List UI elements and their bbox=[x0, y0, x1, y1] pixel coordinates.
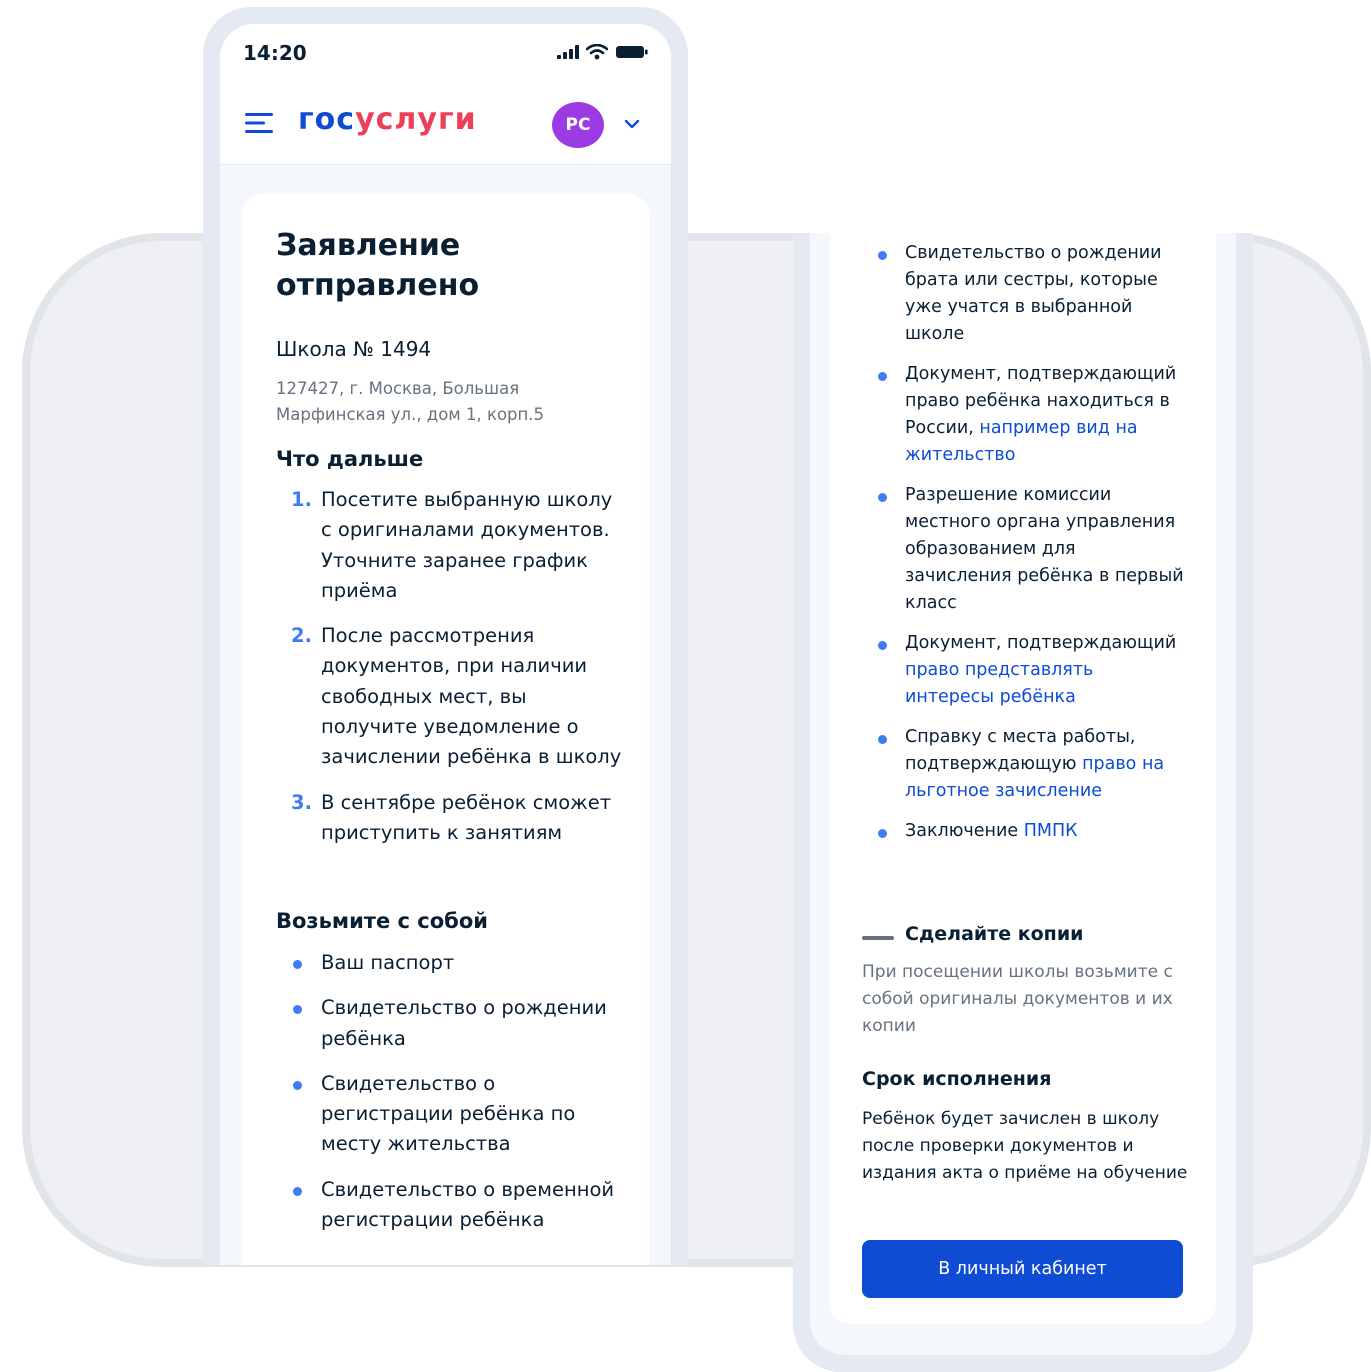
list-item: Свидетельство о временной регистрации ре… bbox=[276, 1175, 626, 1236]
bullet-icon bbox=[293, 960, 302, 969]
copies-text: При посещении школы возьмите с собой ори… bbox=[862, 962, 1173, 1036]
avatar[interactable]: РС bbox=[552, 102, 604, 148]
confirmation-card-continued: Свидетельство о рождении брата или сестр… bbox=[830, 233, 1216, 1324]
phone-right-screen: Свидетельство о рождении брата или сестр… bbox=[810, 233, 1236, 1355]
bullet-icon bbox=[878, 251, 887, 260]
step-number: 3. bbox=[291, 790, 312, 814]
bullet-icon bbox=[878, 372, 887, 381]
app-header: госуслуги РС bbox=[220, 84, 671, 165]
document-text: Свидетельство о рождении брата или сестр… bbox=[905, 243, 1162, 344]
copies-heading: Сделайте копии bbox=[905, 923, 1084, 945]
document-text: Свидетельство о рождении ребёнка bbox=[321, 996, 607, 1050]
bullet-icon bbox=[878, 493, 887, 502]
step-text: В сентябре ребёнок сможет приступить к з… bbox=[321, 790, 612, 844]
personal-account-button[interactable]: В личный кабинет bbox=[862, 1240, 1183, 1298]
list-item: 3. В сентябре ребёнок сможет приступить … bbox=[276, 788, 626, 849]
step-number: 2. bbox=[291, 624, 312, 648]
deadline-text: Ребёнок будет зачислен в школу после про… bbox=[862, 1109, 1188, 1183]
phone-right: Свидетельство о рождении брата или сестр… bbox=[793, 233, 1253, 1372]
documents-list-continued: Свидетельство о рождении брата или сестр… bbox=[862, 240, 1187, 858]
phone-left-screen: 14:20 госуслуги РС Заявление отправлено … bbox=[220, 24, 671, 1265]
phone-left: 14:20 госуслуги РС Заявление отправлено … bbox=[203, 7, 688, 1265]
list-item: Ваш паспорт bbox=[276, 948, 626, 978]
list-item: Свидетельство о рождении брата или сестр… bbox=[862, 240, 1187, 348]
list-item: Свидетельство о регистрации ребёнка по м… bbox=[276, 1069, 626, 1160]
next-steps-list: 1. Посетите выбранную школу с оригиналам… bbox=[276, 485, 626, 863]
school-name: Школа № 1494 bbox=[276, 337, 432, 361]
take-with-you-heading: Возьмите с собой bbox=[276, 909, 488, 933]
list-item: Разрешение комиссии местного органа упра… bbox=[862, 482, 1187, 617]
document-text: Документ, подтверждающий bbox=[905, 633, 1177, 653]
document-text: Свидетельство о временной регистрации ре… bbox=[321, 1177, 615, 1232]
list-item: 1. Посетите выбранную школу с оригиналам… bbox=[276, 485, 626, 606]
step-text: Посетите выбранную школу с оригиналами д… bbox=[321, 488, 613, 602]
logo-part-uslugi: услуги bbox=[355, 102, 477, 137]
confirmation-card: Заявление отправлено Школа № 1494 127427… bbox=[242, 194, 649, 1265]
gosuslugi-logo[interactable]: госуслуги bbox=[298, 102, 477, 137]
bullet-icon bbox=[293, 1080, 302, 1090]
list-item: Документ, подтверждающий право ребёнка н… bbox=[862, 361, 1187, 469]
document-text: Свидетельство о регистрации ребёнка по м… bbox=[321, 1071, 576, 1156]
bullet-icon bbox=[878, 829, 887, 838]
document-text: Разрешение комиссии местного органа упра… bbox=[905, 485, 1184, 613]
list-item: Справку с места работы, подтверждающую п… bbox=[862, 724, 1187, 805]
menu-icon[interactable] bbox=[245, 111, 273, 135]
document-link[interactable]: право представлять интересы ребёнка bbox=[905, 660, 1093, 707]
document-link[interactable]: ПМПК bbox=[1024, 821, 1078, 841]
battery-icon bbox=[616, 46, 648, 58]
bullet-icon bbox=[293, 1005, 302, 1015]
list-item: Документ, подтверждающий право представл… bbox=[862, 630, 1187, 711]
status-bar: 14:20 bbox=[220, 24, 671, 84]
document-text: Заключение bbox=[905, 821, 1024, 841]
logo-part-gos: гос bbox=[298, 102, 356, 137]
next-steps-heading: Что дальше bbox=[276, 447, 424, 471]
chevron-down-icon[interactable] bbox=[624, 118, 640, 130]
deadline-heading: Срок исполнения bbox=[862, 1068, 1052, 1090]
list-item: Заключение ПМПК bbox=[862, 818, 1187, 845]
school-address: 127427, г. Москва, Большая Марфинская ул… bbox=[276, 379, 545, 424]
status-icons bbox=[557, 43, 649, 61]
dash-icon bbox=[862, 936, 894, 940]
bullet-icon bbox=[293, 1186, 302, 1196]
page-title: Заявление отправлено bbox=[276, 228, 480, 303]
bullet-icon bbox=[878, 735, 887, 744]
signal-icon bbox=[557, 45, 579, 59]
list-item: 2. После рассмотрения документов, при на… bbox=[276, 621, 626, 772]
list-item: Свидетельство о рождении ребёнка bbox=[276, 993, 626, 1054]
step-number: 1. bbox=[291, 488, 312, 511]
bullet-icon bbox=[878, 641, 887, 650]
wifi-icon bbox=[586, 44, 608, 60]
status-time: 14:20 bbox=[243, 41, 307, 65]
documents-list: Ваш паспорт Свидетельство о рождении реб… bbox=[276, 948, 626, 1250]
document-text: Ваш паспорт bbox=[321, 951, 455, 974]
step-text: После рассмотрения документов, при налич… bbox=[321, 624, 622, 769]
